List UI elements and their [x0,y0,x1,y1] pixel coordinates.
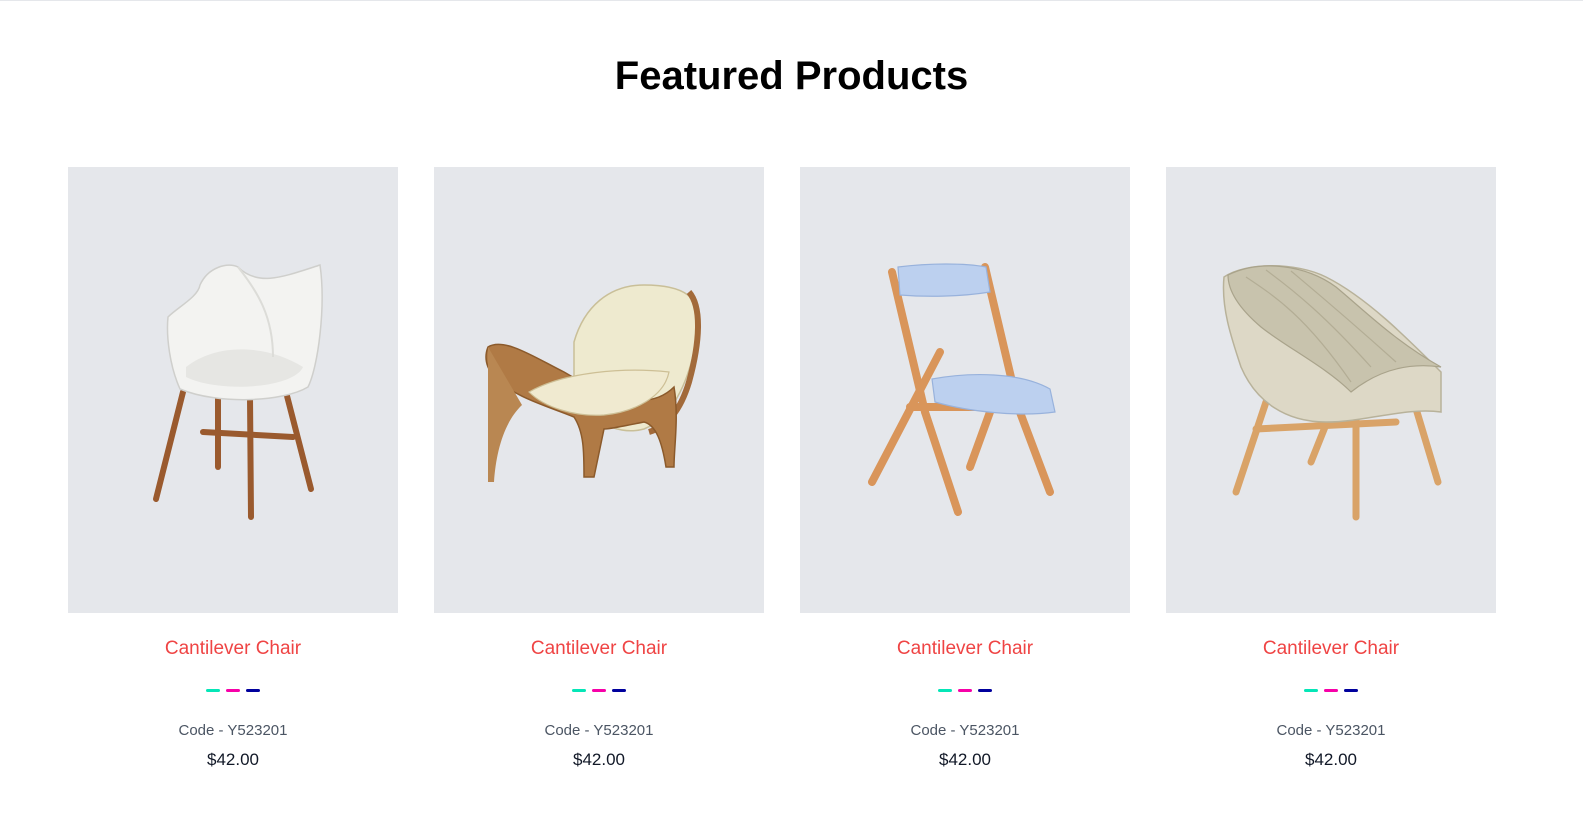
product-code: Code - Y523201 [178,722,288,739]
color-swatch[interactable] [958,689,972,692]
color-swatch[interactable] [592,689,606,692]
product-image[interactable] [434,167,764,613]
color-swatches [572,689,626,693]
product-grid: Cantilever Chair Code - Y523201 $42.00 C… [68,167,1496,771]
woven-lounge-chair-image [1222,265,1442,521]
product-card[interactable]: Cantilever Chair Code - Y523201 $42.00 [68,167,398,771]
color-swatches [206,689,260,693]
color-swatches [938,689,992,693]
color-swatch[interactable] [226,689,240,692]
color-swatch[interactable] [206,689,220,692]
product-name[interactable]: Cantilever Chair [897,637,1033,661]
wood-shell-lounge-chair-image [485,284,701,482]
product-name[interactable]: Cantilever Chair [531,637,667,661]
product-card[interactable]: Cantilever Chair Code - Y523201 $42.00 [800,167,1130,771]
product-card[interactable]: Cantilever Chair Code - Y523201 $42.00 [434,167,764,771]
color-swatch[interactable] [1344,689,1358,692]
product-name[interactable]: Cantilever Chair [1263,637,1399,661]
product-price: $42.00 [939,750,991,769]
product-price: $42.00 [573,750,625,769]
product-image[interactable] [800,167,1130,613]
color-swatch[interactable] [1324,689,1338,692]
product-card[interactable]: Cantilever Chair Code - Y523201 $42.00 [1166,167,1496,771]
color-swatch[interactable] [938,689,952,692]
color-swatch[interactable] [246,689,260,692]
product-name[interactable]: Cantilever Chair [165,637,301,661]
product-image[interactable] [1166,167,1496,613]
folding-padded-chair-image [868,263,1056,516]
product-image[interactable] [68,167,398,613]
top-divider [0,0,1583,1]
color-swatch[interactable] [612,689,626,692]
product-code: Code - Y523201 [1276,722,1386,739]
section-title: Featured Products [614,54,969,98]
product-code: Code - Y523201 [544,722,654,739]
color-swatch[interactable] [572,689,586,692]
color-swatch[interactable] [1304,689,1318,692]
color-swatch[interactable] [978,689,992,692]
color-swatches [1304,689,1358,693]
product-code: Code - Y523201 [910,722,1020,739]
product-price: $42.00 [1305,750,1357,769]
white-shell-chair-image [153,264,323,520]
product-price: $42.00 [207,750,259,769]
